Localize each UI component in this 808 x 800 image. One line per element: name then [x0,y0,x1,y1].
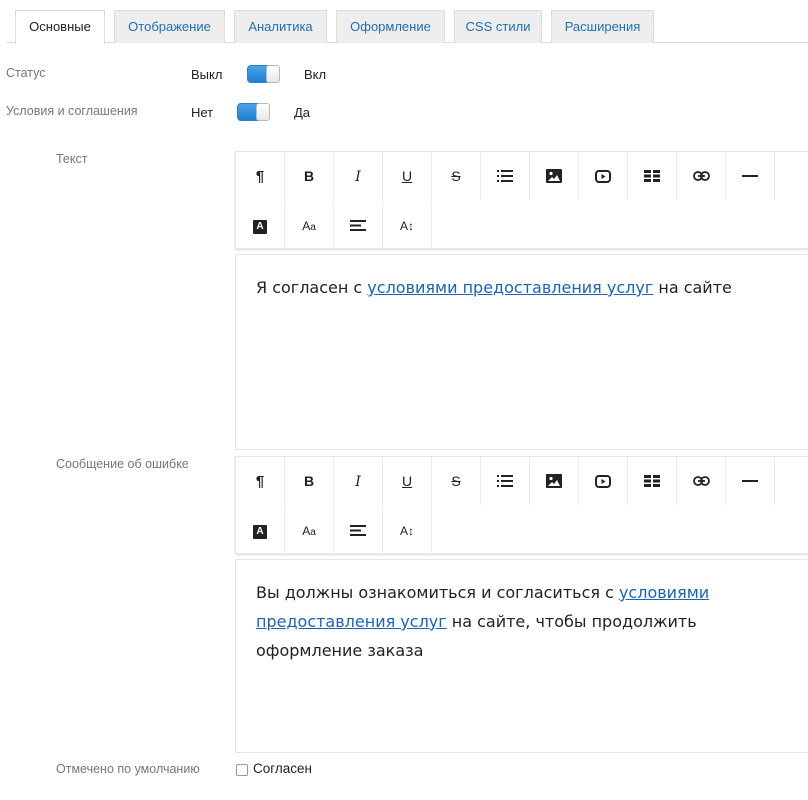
status-label: Статус [6,66,46,80]
table-button[interactable] [628,152,677,200]
link-icon [692,171,710,181]
align-icon [350,524,366,536]
paragraph-icon: ¶ [255,472,265,490]
error-editor-label: Сообщение об ошибке [56,457,189,471]
bold-button[interactable]: B [285,152,334,200]
toggle-knob [266,65,280,83]
font-size-icon: Aa [302,524,316,538]
underline-icon: U [401,473,413,489]
terms-toggle[interactable] [237,103,270,121]
error-editor-content[interactable]: Вы должны ознакомиться и согласиться с у… [235,559,808,753]
terms-off-label: Нет [191,105,214,120]
tab-analitika[interactable]: Аналитика [234,10,327,43]
line-height-button[interactable]: A↕ [383,506,432,554]
list-icon [497,170,513,182]
text-color-button[interactable]: A [236,201,285,249]
video-button[interactable] [579,457,628,505]
tab-otobrazhenie[interactable]: Отображение [114,10,225,43]
strikethrough-button[interactable]: S [432,457,481,505]
line-height-icon: A↕ [399,524,414,538]
underline-icon: U [401,168,413,184]
table-button[interactable] [628,457,677,505]
image-icon [546,169,562,183]
paragraph-button[interactable]: ¶ [236,152,285,200]
tab-css[interactable]: CSS стили [454,10,542,43]
list-button[interactable] [481,457,530,505]
text-editor: ¶ B I U S A Aa A↕ Я согласен с условиями предос… [235,151,808,450]
font-size-button[interactable]: Aa [285,201,334,249]
video-icon [595,169,611,183]
paragraph-icon: ¶ [255,167,265,185]
status-off-label: Выкл [191,67,223,82]
terms-label: Условия и соглашения [6,104,138,118]
image-button[interactable] [530,457,579,505]
line-height-button[interactable]: A↕ [383,201,432,249]
list-icon [497,475,513,487]
bold-icon: B [303,473,315,489]
link-button[interactable] [677,152,726,200]
text-editor-label: Текст [56,152,88,166]
bold-icon: B [303,168,315,184]
video-button[interactable] [579,152,628,200]
video-icon [595,474,611,488]
tab-osnovnye[interactable]: Основные [15,10,105,44]
horizontal-line-icon [742,479,758,483]
toggle-knob [256,103,270,121]
content-text: на сайте [653,278,732,297]
align-icon [350,219,366,231]
status-toggle[interactable] [247,65,280,83]
paragraph-button[interactable]: ¶ [236,457,285,505]
agree-checkbox[interactable] [236,764,248,776]
italic-button[interactable]: I [334,152,383,200]
font-size-icon: Aa [302,219,316,233]
horizontal-line-button[interactable] [726,457,775,505]
align-button[interactable] [334,201,383,249]
text-color-button[interactable]: A [236,506,285,554]
agree-checkbox-label[interactable]: Согласен [253,761,312,776]
strikethrough-icon: S [451,168,461,184]
content-text: Вы должны ознакомиться и согласиться с [256,583,619,602]
italic-button[interactable]: I [334,457,383,505]
text-color-icon: A [253,521,267,539]
table-icon [644,170,660,182]
underline-button[interactable]: U [383,457,432,505]
editor-toolbar: ¶ B I U S A Aa A↕ [235,456,808,554]
horizontal-line-icon [742,174,758,178]
status-on-label: Вкл [304,67,327,82]
horizontal-line-button[interactable] [726,152,775,200]
image-icon [546,474,562,488]
list-button[interactable] [481,152,530,200]
image-button[interactable] [530,152,579,200]
link-button[interactable] [677,457,726,505]
text-color-icon: A [253,216,267,234]
editor-toolbar: ¶ B I U S A Aa A↕ [235,151,808,249]
table-icon [644,475,660,487]
tab-oformlenie[interactable]: Оформление [336,10,445,43]
italic-icon: I [355,473,361,490]
content-text: Я согласен с [256,278,368,297]
strikethrough-icon: S [451,473,461,489]
italic-icon: I [355,168,361,185]
strikethrough-button[interactable]: S [432,152,481,200]
font-size-button[interactable]: Aa [285,506,334,554]
tab-bar: Основные Отображение Аналитика Оформлени… [0,0,808,44]
text-editor-content[interactable]: Я согласен с условиями предоставления ус… [235,254,808,450]
terms-link[interactable]: условиями предоставления услуг [367,278,653,297]
link-icon [692,476,710,486]
underline-button[interactable]: U [383,152,432,200]
terms-on-label: Да [294,105,311,120]
tab-rasshireniya[interactable]: Расширения [551,10,654,43]
bold-button[interactable]: B [285,457,334,505]
align-button[interactable] [334,506,383,554]
default-checked-label: Отмечено по умолчанию [56,762,200,776]
error-editor: ¶ B I U S A Aa A↕ Вы должны ознакомиться и согл… [235,456,808,753]
line-height-icon: A↕ [399,219,414,233]
